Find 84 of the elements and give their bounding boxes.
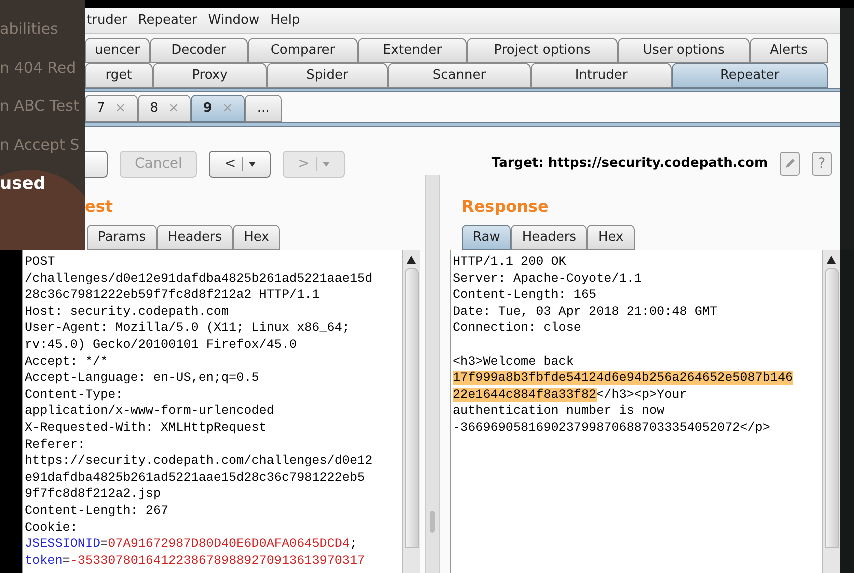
code-text: JSESSIONID [25, 537, 101, 552]
editor-tab[interactable]: Headers [156, 225, 234, 250]
message-editor[interactable] [450, 250, 840, 573]
code-text: Referer: [25, 438, 86, 452]
highlighted-text: 22e1644c884f8a33f82 [453, 388, 597, 402]
background-text: abilities [0, 19, 60, 40]
main-tab[interactable]: Spider [267, 63, 388, 88]
background-text: n 404 Red [0, 58, 78, 78]
scrollbar[interactable] [402, 250, 420, 573]
background-text: n ABC Test [0, 96, 80, 117]
code-text: Connection: close [453, 321, 582, 336]
edit-icon[interactable] [780, 152, 800, 176]
menu-item[interactable]: truder [87, 10, 128, 30]
code-text: e91dafdba4825b261ad5221aae15d28c36c7981222eb5 [25, 470, 366, 485]
main-tab[interactable]: uencer [85, 38, 150, 63]
up-arrow-icon[interactable] [827, 256, 836, 264]
code-text: application/x-www-form-urlencoded [25, 404, 274, 418]
menu-item[interactable]: Repeater [138, 10, 198, 30]
editor-tab[interactable]: Raw [462, 225, 512, 250]
toolbar-button[interactable] [85, 150, 108, 178]
main-tab[interactable]: Proxy [153, 63, 267, 88]
splitter[interactable] [425, 175, 440, 250]
main-tab[interactable]: rget [85, 63, 153, 88]
main-tab[interactable]: Repeater [672, 63, 828, 88]
code-text: ; [350, 537, 358, 552]
code-text: = [62, 554, 70, 568]
code-text: 07A91672987D80D40E6D0AFA0645DCD4 [108, 537, 350, 552]
background-text: used [0, 173, 47, 196]
main-tab[interactable]: Alerts [750, 38, 828, 63]
request-tab[interactable]: 7 × [85, 95, 138, 122]
code-text: Accept: */* [25, 354, 108, 369]
message-editor[interactable] [22, 250, 420, 573]
code-text: Date: Tue, 03 Apr 2018 21:00:48 GMT [453, 304, 718, 319]
code-text: X-Requested-With: XMLHttpRequest [25, 420, 267, 435]
scroll-thumb[interactable] [824, 268, 838, 548]
code-text: 9f7fc8d8f212a2.jsp [25, 487, 162, 502]
target-label: Target: https://security.codepath.com [492, 155, 768, 174]
up-arrow-icon[interactable] [407, 256, 416, 264]
panel-heading: Response [462, 196, 550, 218]
scroll-thumb[interactable] [404, 268, 418, 548]
code-text: = [100, 537, 108, 552]
code-text: Content-Length: 267 [25, 504, 169, 518]
editor-tab[interactable]: Hex [587, 225, 635, 250]
code-text: HTTP/1.1 200 OK [453, 255, 566, 269]
splitter[interactable] [425, 250, 440, 573]
code-text: Host: security.codepath.com [25, 304, 230, 319]
main-tab[interactable]: Scanner [388, 63, 531, 88]
toolbar-button[interactable]: < [209, 150, 272, 178]
editor-tab[interactable]: Headers [511, 225, 588, 250]
menu-item[interactable]: Help [270, 10, 300, 30]
code-text: Content-Type: [25, 388, 124, 402]
code-text: 28c36c7981222eb59f7fc8d8f212a2 HTTP/1.1 [25, 288, 320, 302]
code-text: token [25, 554, 63, 568]
panel-heading: est [85, 196, 114, 218]
code-text: User-Agent: Mozilla/5.0 (X11; Linux x86_64; [25, 321, 350, 336]
scrollbar[interactable] [822, 250, 840, 573]
main-tab[interactable]: Intruder [531, 63, 672, 88]
highlighted-text: 17f999a8b3fbfde54124d6e94b256a264652e5087b146 [453, 371, 794, 386]
code-text: Server: Apache-Coyote/1.1 [453, 272, 642, 286]
main-tab[interactable]: User options [618, 38, 750, 63]
code-text: Cookie: [25, 520, 78, 534]
main-tab[interactable]: Project options [467, 38, 618, 63]
main-tab[interactable]: Extender [358, 38, 467, 63]
code-text: https://security.codepath.com/challenges/d0e12 [25, 454, 373, 468]
background-text: n Accept S [0, 134, 81, 156]
code-text: authentication number is now [453, 404, 665, 418]
splitter-handle[interactable] [430, 511, 435, 533]
code-text: /challenges/d0e12e91dafdba4825b261ad5221aae15d [25, 272, 373, 286]
menu-item[interactable]: Window [208, 10, 260, 30]
editor-tab[interactable]: Params [87, 225, 157, 250]
code-text: Accept-Language: en-US,en;q=0.5 [25, 371, 260, 386]
code-text: -35330780164122386789889270913613970317 [70, 554, 366, 568]
main-tab[interactable]: Decoder [150, 38, 248, 63]
request-tab[interactable]: 9 × [191, 95, 246, 122]
code-text: -3669690581690237998706887033354052072</p> [453, 420, 770, 435]
code-text: <h3>Welcome back [453, 354, 574, 369]
code-text: </h3><p>Your [596, 388, 688, 402]
request-tab[interactable]: ... [245, 95, 282, 122]
code-text: Content-Length: 165 [453, 288, 597, 302]
main-tab[interactable]: Comparer [248, 38, 358, 63]
request-tab[interactable]: 8 × [138, 95, 192, 122]
editor-tab[interactable]: Hex [233, 225, 280, 250]
code-text: rv:45.0) Gecko/20100101 Firefox/45.0 [25, 338, 298, 352]
code-text: POST [25, 255, 56, 269]
